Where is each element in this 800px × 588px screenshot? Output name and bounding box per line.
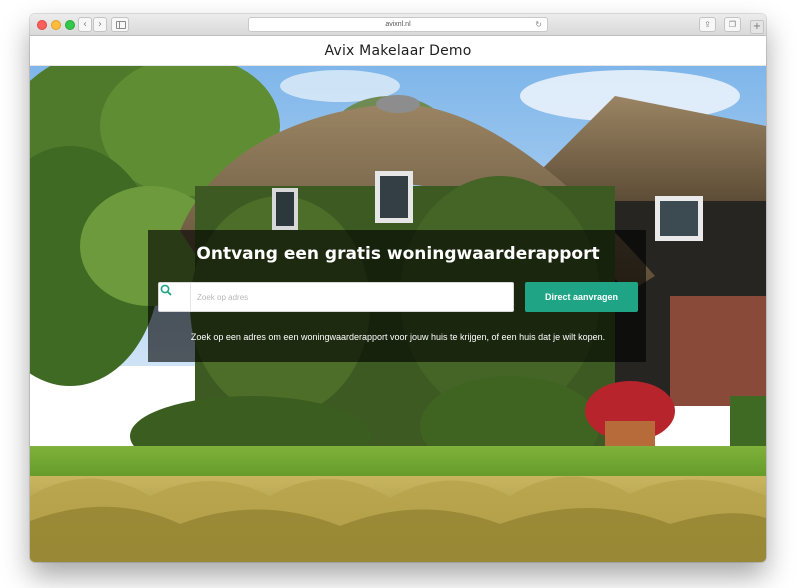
- share-icon[interactable]: ⇪: [699, 17, 716, 32]
- close-window-button[interactable]: [37, 20, 47, 30]
- hero-heading: Ontvang een gratis woningwaarderapport: [196, 244, 600, 264]
- address-search-input[interactable]: [197, 286, 507, 308]
- maximize-window-button[interactable]: [65, 20, 75, 30]
- chevron-right-icon[interactable]: ›: [93, 17, 107, 32]
- hero-helper-text: Zoek op een adres om een woningwaarderap…: [190, 332, 606, 342]
- address-search-box[interactable]: [158, 282, 514, 312]
- hero-section: Ontvang een gratis woningwaarderapport D…: [30, 66, 766, 562]
- browser-toolbar: ‹ › avixnl.nl ↻ ⇪ ❐ +: [30, 14, 766, 36]
- search-divider: [190, 283, 191, 311]
- site-title[interactable]: Avix Makelaar Demo: [325, 43, 472, 59]
- search-icon: [160, 284, 172, 296]
- address-url: avixnl.nl: [385, 21, 411, 28]
- chevron-left-icon[interactable]: ‹: [78, 17, 92, 32]
- minimize-window-button[interactable]: [51, 20, 61, 30]
- plus-icon[interactable]: +: [750, 20, 764, 34]
- tabs-icon[interactable]: ❐: [724, 17, 741, 32]
- sidebar-icon[interactable]: [111, 17, 129, 32]
- site-header: Avix Makelaar Demo: [30, 36, 766, 66]
- request-now-button[interactable]: Direct aanvragen: [525, 282, 638, 312]
- address-bar[interactable]: avixnl.nl ↻: [248, 17, 548, 32]
- browser-window: ‹ › avixnl.nl ↻ ⇪ ❐ + Avix Makelaar Demo: [30, 14, 766, 562]
- reload-icon[interactable]: ↻: [535, 18, 542, 31]
